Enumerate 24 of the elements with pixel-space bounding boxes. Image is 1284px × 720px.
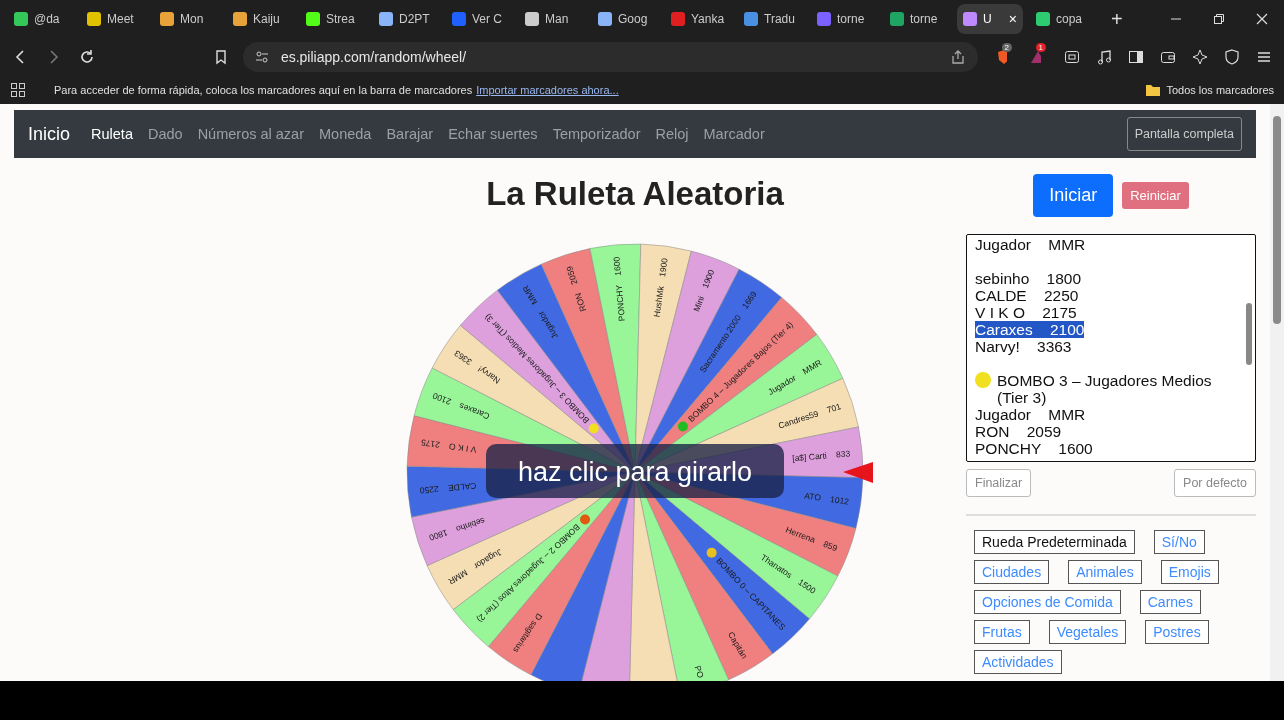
segment-label: ATO 1012	[803, 490, 850, 507]
option-line: CALDE 2250	[975, 287, 1079, 304]
page-title: La Ruleta Aleatoria	[486, 174, 784, 214]
segment-label: [a$] Carti 833	[791, 448, 851, 464]
url-text: es.piliapp.com/random/wheel/	[280, 49, 467, 65]
option-line: RON 2059	[975, 423, 1062, 440]
segment-label: Mini 1900	[691, 268, 717, 313]
option-line: Jugador MMR	[975, 236, 1086, 253]
segment-label: V I K O 2175	[420, 437, 477, 455]
option-line: V I K O 2175	[975, 304, 1077, 321]
option-line: BOMBO 3 – Jugadores Medios (Tier 3)	[997, 372, 1213, 406]
segment-label: PO	[692, 664, 706, 680]
option-line: PONCHY 1600	[975, 440, 1093, 457]
segment-label: PONCHY 1600	[611, 256, 627, 322]
option-line: Narvy! 3363	[975, 338, 1072, 355]
count-badge: 1	[1035, 43, 1046, 52]
segment-label: HushMk 1900	[651, 257, 670, 318]
option-line: Jugador MMR	[975, 406, 1086, 423]
count-badge: 2	[1001, 43, 1012, 52]
bookmarks-hint: Para acceder de forma rápida, coloca los marcadores aquí en la barra de marcadores	[54, 84, 473, 96]
segment-label: CALDE 2250	[419, 480, 477, 496]
option-line: sebinho 1800	[975, 270, 1081, 287]
segment-label: sebinho 1800	[427, 515, 487, 543]
segment-label: RON 2059	[564, 264, 589, 313]
